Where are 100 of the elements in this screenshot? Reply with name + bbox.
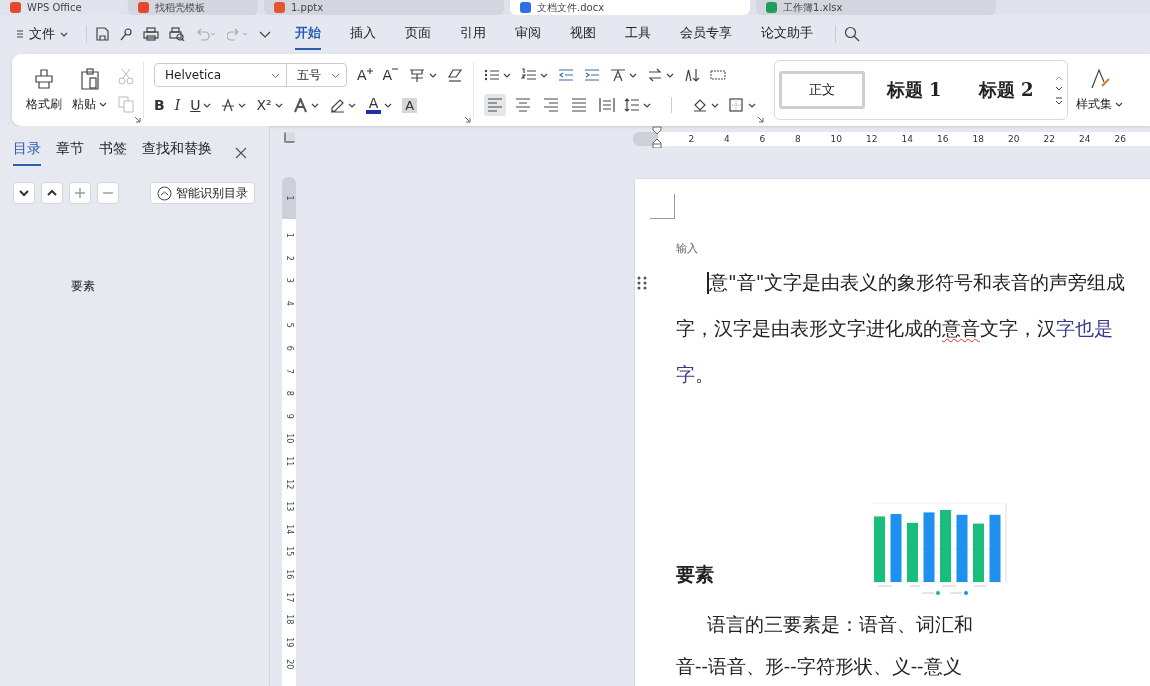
smart-toc-button[interactable]: 智能识别目录 [150,182,255,204]
chevron-down-icon[interactable] [259,29,271,39]
text-effect-icon[interactable] [292,97,308,113]
search-icon[interactable] [844,26,860,42]
swap-arrows-icon[interactable] [647,68,664,82]
drag-handle-icon[interactable] [636,275,648,291]
indent-marker-icon[interactable] [651,126,662,148]
justify-icon[interactable] [571,97,588,113]
ruler-number: 9 [284,413,296,419]
expand-icon[interactable] [1055,97,1064,105]
menu-tab[interactable]: 引用 [460,18,486,50]
sort-icon[interactable] [684,68,701,82]
phonetic-guide-icon[interactable] [408,67,427,83]
chevron-down-icon[interactable] [271,71,280,79]
menu-tab[interactable]: 论文助手 [761,18,813,50]
chevron-down-icon[interactable] [429,71,438,79]
align-right-icon[interactable] [543,97,560,113]
chevron-down-icon[interactable] [629,71,638,79]
menu-tab[interactable]: 工具 [625,18,651,50]
font-name-dropdown[interactable]: Helvetica [155,64,287,86]
chevron-down-icon[interactable] [347,101,356,109]
clipboard-icon[interactable] [78,67,101,90]
bullet-list-icon[interactable] [484,68,501,82]
collapse-button[interactable] [13,182,35,204]
chevron-down-icon[interactable] [748,101,757,109]
superscript-button[interactable]: X² [256,97,272,113]
style-option[interactable]: 标题 1 [871,71,958,109]
chart-bar [923,512,935,582]
menu-tab[interactable]: 审阅 [515,18,541,50]
save-icon[interactable] [95,27,109,41]
strikethrough-icon[interactable] [221,98,236,112]
print-icon[interactable] [143,27,159,41]
chevron-down-icon[interactable] [203,101,212,109]
character-shading-button[interactable]: A [402,97,418,113]
document-tab[interactable]: 找稻壳模板 [128,0,258,15]
italic-button[interactable]: I [174,97,181,113]
menu-tab[interactable]: 会员专享 [680,18,732,50]
document-tab[interactable]: 工作簿1.xlsx [756,0,996,15]
bold-button[interactable]: B [154,97,165,113]
dialog-launcher-icon[interactable] [464,116,472,123]
chevron-down-icon[interactable] [540,71,549,79]
chevron-down-icon[interactable] [503,71,512,79]
increase-indent-icon[interactable] [584,68,601,82]
chevron-down-icon[interactable] [274,101,283,109]
chevron-down-icon[interactable] [60,30,68,38]
highlighter-icon[interactable] [328,97,345,113]
menu-tab[interactable]: 页面 [405,18,431,50]
pane-tab[interactable]: 查找和替换 [142,140,212,166]
tab-stop-icon[interactable] [283,132,295,143]
show-marks-icon[interactable] [710,68,727,82]
pane-tab[interactable]: 目录 [13,140,41,166]
paste-button[interactable]: 粘贴 [72,67,107,113]
document-tab[interactable]: 1.pptx [264,0,504,15]
text-direction-icon[interactable] [610,68,627,82]
file-menu[interactable]: 文件 [16,25,68,43]
pane-tab[interactable]: 书签 [99,140,127,166]
pane-tab[interactable]: 章节 [56,140,84,166]
font-brush-icon[interactable] [1088,67,1111,90]
decrease-indent-icon[interactable] [558,68,575,82]
align-center-icon[interactable] [515,97,532,113]
underline-button[interactable]: U [190,97,201,113]
grow-font-button[interactable]: A [357,67,373,83]
chevron-down-icon[interactable] [310,101,319,109]
chevron-down-icon[interactable] [384,101,393,109]
document-tab[interactable]: 文档文件.docx [510,0,750,15]
chevron-down-icon[interactable] [1115,100,1124,108]
chevron-down-icon[interactable] [1055,86,1064,92]
format-painter-button[interactable]: 格式刷 [26,67,62,113]
font-size-dropdown[interactable]: 五号 [287,64,346,86]
close-icon[interactable] [235,147,247,159]
style-option[interactable]: 标题 2 [963,71,1050,109]
eraser-icon[interactable] [447,67,464,83]
chevron-down-icon[interactable] [711,101,720,109]
chevron-down-icon[interactable] [99,100,107,108]
ruler-number: 6 [759,134,767,144]
menu-tab[interactable]: 插入 [350,18,376,50]
ruler-number: 8 [284,390,296,396]
paint-bucket-icon[interactable] [692,98,709,112]
ruler-number: 17 [284,591,296,602]
paint-brush-icon[interactable] [33,67,55,90]
style-set-button[interactable]: 样式集 [1068,54,1124,126]
menu-tab[interactable]: 视图 [570,18,596,50]
line-spacing-icon[interactable] [624,98,641,112]
numbered-list-icon[interactable] [521,68,538,82]
font-color-button[interactable]: A [365,96,382,114]
expand-button[interactable] [41,182,63,204]
chevron-down-icon[interactable] [643,101,652,109]
menu-tab[interactable]: 开始 [295,18,321,50]
dialog-launcher-icon[interactable] [134,116,141,123]
shrink-font-button[interactable]: A [382,67,399,83]
distribute-icon[interactable] [599,97,616,113]
text-line: 意"音"文字是由表义的象形符号和表音的声旁组成 [706,270,1126,296]
dialog-launcher-icon[interactable] [757,116,765,123]
ruler-number: 14 [901,134,914,144]
chevron-down-icon[interactable] [238,101,247,109]
print-preview-icon[interactable] [169,27,185,41]
outline-item[interactable]: 要素 [71,278,257,295]
chevron-down-icon[interactable] [331,71,340,79]
chevron-down-icon[interactable] [666,71,675,79]
style-option[interactable]: 正文 [779,71,866,109]
